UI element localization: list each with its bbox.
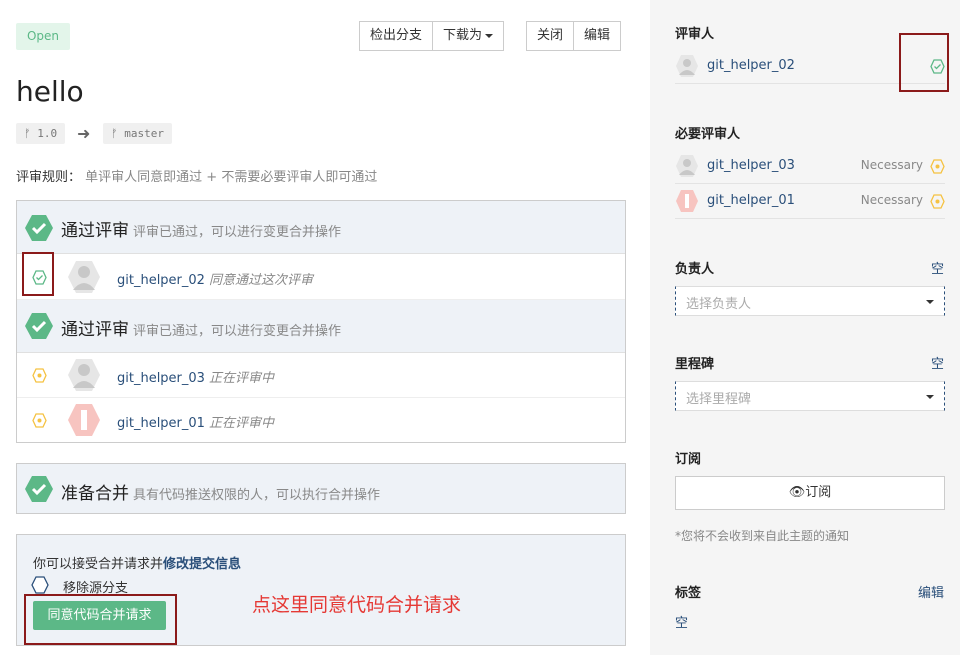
subscribe-label: 订阅 [805,485,832,500]
reviewer-name[interactable]: git_helper_01 正在评审中 [117,412,274,431]
annotation-text: 点这里同意代码合并请求 [252,594,462,616]
reviewer-name-text: git_helper_03 [117,371,205,386]
review-group-title-text: 通过评审 [61,221,129,241]
checkout-branch-button[interactable]: 检出分支 [359,21,434,51]
chevron-down-icon [926,300,934,304]
subscribe-note: *您将不会收到来自此主题的通知 [675,529,850,543]
review-group-subtitle: 评审已通过，可以进行变更合并操作 [133,225,342,240]
page-title: hello [16,75,84,108]
avatar [68,261,100,293]
subscribe-heading: 订阅 [675,452,702,467]
main-panel: Open 检出分支 下载为 关闭 编辑 hello ᚠ 1.0 ➜ ᚠ mast… [0,0,650,655]
pending-icon [32,368,47,383]
milestone-value: 空 [930,357,944,372]
merge-ready-title: 准备合并 具有代码推送权限的人，可以执行合并操作 [61,479,380,504]
avatar [676,55,698,77]
edit-commit-message-link[interactable]: 修改提交信息 [163,557,241,572]
review-group-title: 通过评审 评审已通过，可以进行变更合并操作 [61,315,341,340]
highlight-box [22,252,54,296]
necessary-tag: Necessary [860,193,923,207]
status-badge: Open [16,23,70,50]
chevron-down-icon [926,395,934,399]
required-reviewer-name[interactable]: git_helper_03 [707,158,795,173]
branch-icon: ᚠ [24,127,38,140]
labels-edit-link[interactable]: 编辑 [918,582,944,601]
merge-ready-title-text: 准备合并 [61,484,129,504]
required-reviewer-row: git_helper_01 Necessary [675,185,945,219]
highlight-box [899,33,949,92]
reviewers-heading: 评审人 [675,27,715,42]
merge-ready-panel: 准备合并 具有代码推送权限的人，可以执行合并操作 [16,463,626,514]
reviewer-note: 正在评审中 [208,371,274,386]
review-group-title-text: 通过评审 [61,320,129,340]
review-group-header: 通过评审 评审已通过，可以进行变更合并操作 [17,300,625,353]
pending-icon [930,159,945,174]
milestone-placeholder: 选择里程碑 [686,392,752,407]
check-hex-icon [25,313,53,339]
milestone-select[interactable]: 选择里程碑 [675,381,945,411]
necessary-tag: Necessary [860,158,923,172]
remove-branch-checkbox[interactable] [31,576,49,594]
reviewer-name[interactable]: git_helper_02 同意通过这次评审 [117,269,313,288]
labels-value: 空 [675,616,689,631]
review-group-title: 通过评审 评审已通过，可以进行变更合并操作 [61,216,341,241]
assignee-value: 空 [930,262,944,277]
review-rule-label: 评审规则： [16,170,82,185]
avatar [676,155,698,177]
download-button[interactable]: 下载为 [433,21,505,51]
review-list: 通过评审 评审已通过，可以进行变更合并操作 git_helper_02 同意通过这次… [16,200,626,443]
required-reviewer-row: git_helper_03 Necessary [675,150,945,184]
highlight-box [24,594,177,645]
subscribe-button[interactable]: 👁订阅 [675,476,945,510]
branch-icon: ᚠ [111,127,125,140]
merge-ready-subtitle: 具有代码推送权限的人，可以执行合并操作 [133,488,381,503]
assignee-select[interactable]: 选择负责人 [675,286,945,316]
reviewer-name[interactable]: git_helper_03 正在评审中 [117,367,274,386]
required-reviewers-heading: 必要评审人 [675,127,741,142]
edit-button[interactable]: 编辑 [574,21,622,51]
labels-heading: 标签 [675,586,702,601]
avatar [68,359,100,391]
reviewer-row: git_helper_01 正在评审中 [17,398,625,443]
check-hex-icon [25,476,53,502]
review-group-subtitle: 评审已通过，可以进行变更合并操作 [133,324,342,339]
review-rule-value: 单评审人同意即通过 + 不需要必要评审人即可通过 [85,170,378,185]
avatar [68,404,100,436]
download-label: 下载为 [443,28,483,43]
reviewer-note: 同意通过这次评审 [208,273,313,288]
reviewer-name-text: git_helper_01 [117,416,205,431]
reviewer-name-text: git_helper_02 [117,273,205,288]
eye-icon: 👁 [788,485,806,500]
source-branch-name: 1.0 [37,127,58,140]
assignee-placeholder: 选择负责人 [686,297,752,312]
assignee-heading: 负责人 [675,262,715,277]
target-branch-name: master [124,127,164,140]
pending-icon [930,194,945,209]
milestone-heading: 里程碑 [675,357,715,372]
chevron-down-icon [485,33,494,38]
required-reviewer-name[interactable]: git_helper_01 [707,193,795,208]
avatar [676,190,698,212]
close-edit-group: 关闭 编辑 [526,21,622,51]
accept-text-prefix: 你可以接受合并请求并 [33,557,164,572]
reviewer-row: git_helper_03 正在评审中 [17,353,625,398]
review-rule: 评审规则： 单评审人同意即通过 + 不需要必要评审人即可通过 [16,166,377,185]
sidebar-reviewer-name[interactable]: git_helper_02 [707,58,795,73]
close-button[interactable]: 关闭 [526,21,575,51]
arrow-right-icon: ➜ [77,124,91,143]
target-branch: ᚠ master [103,123,172,144]
accept-text: 你可以接受合并请求并修改提交信息 [33,553,241,572]
sidebar: 评审人 git_helper_02 必要评审人 git_helper_03 Ne… [650,0,960,655]
checkout-download-group: 检出分支 下载为 [359,21,505,51]
review-group-header: 通过评审 评审已通过，可以进行变更合并操作 [17,201,625,254]
source-branch: ᚠ 1.0 [16,123,66,144]
reviewer-note: 正在评审中 [208,416,274,431]
check-hex-icon [25,215,53,241]
reviewer-row: git_helper_02 同意通过这次评审 [17,255,625,300]
pending-icon [32,413,47,428]
